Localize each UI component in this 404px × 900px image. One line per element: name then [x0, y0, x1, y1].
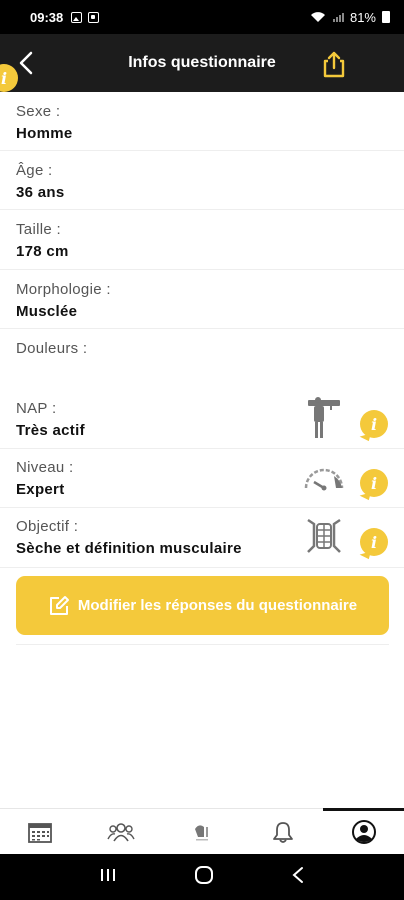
bell-icon — [272, 821, 293, 843]
tab-calendar[interactable] — [0, 809, 81, 854]
field-age: Âge : 36 ans — [0, 151, 404, 210]
back-arrow-icon — [292, 866, 304, 883]
wifi-icon — [310, 12, 325, 22]
field-label: Taille : — [16, 221, 61, 238]
field-niveau: Niveau : Expert i — [0, 449, 404, 508]
field-objectif: Objectif : Sèche et définition musculair… — [0, 508, 404, 568]
field-morphologie: Morphologie : Musclée — [0, 270, 404, 329]
battery-percent: 81% — [349, 9, 376, 25]
field-sexe: Sexe : Homme — [0, 92, 404, 151]
gallery-notification-icon — [71, 11, 83, 23]
tab-training[interactable] — [162, 809, 243, 854]
system-nav-bar — [0, 854, 404, 900]
edit-answers-label: Modifier les réponses du questionnaire — [77, 597, 358, 614]
torso-icon — [302, 514, 346, 558]
field-value: Homme — [16, 125, 73, 142]
field-label: Âge : — [16, 162, 53, 179]
calendar-icon — [28, 822, 53, 843]
field-label: Sexe : — [16, 103, 61, 120]
questionnaire-info-list: Sexe : Homme Âge : 36 ans Taille : 178 c… — [0, 92, 404, 568]
niveau-info-button[interactable]: i — [360, 469, 388, 497]
home-button[interactable] — [194, 865, 214, 890]
edit-icon — [49, 595, 69, 615]
tab-community[interactable] — [81, 809, 162, 854]
app-notification-icon — [88, 11, 100, 23]
share-button[interactable] — [318, 48, 350, 80]
profile-icon — [351, 819, 376, 844]
battery-icon — [382, 11, 390, 23]
home-icon — [194, 865, 213, 884]
field-value: 36 ans — [16, 184, 65, 201]
status-bar: 09:38 81% — [0, 0, 404, 34]
nap-info-button[interactable]: i — [360, 410, 388, 438]
objectif-info-button[interactable]: i — [360, 528, 388, 556]
edit-answers-button[interactable]: Modifier les réponses du questionnaire — [16, 576, 389, 635]
gauge-icon — [302, 455, 346, 499]
tab-profile[interactable] — [323, 808, 404, 854]
training-icon — [194, 824, 208, 840]
system-back-button[interactable] — [291, 866, 305, 889]
field-douleurs: Douleurs : — [0, 329, 404, 390]
recents-icon — [100, 868, 115, 881]
field-taille: Taille : 178 cm — [0, 210, 404, 270]
signal-icon — [332, 13, 344, 22]
recents-button[interactable] — [99, 867, 117, 888]
field-label: Douleurs : — [16, 340, 88, 357]
bottom-tab-bar — [0, 808, 404, 854]
tab-notifications[interactable] — [242, 809, 323, 854]
app-header: Infos questionnaire i — [0, 34, 404, 92]
divider — [16, 644, 389, 645]
field-value: Musclée — [16, 303, 78, 320]
field-label: Morphologie : — [16, 281, 111, 298]
status-time: 09:38 — [30, 9, 64, 25]
community-icon — [107, 822, 135, 841]
field-value: 178 cm — [16, 243, 69, 260]
active-person-icon — [302, 396, 346, 440]
share-icon — [323, 51, 345, 78]
field-nap: NAP : Très actif i — [0, 390, 404, 449]
